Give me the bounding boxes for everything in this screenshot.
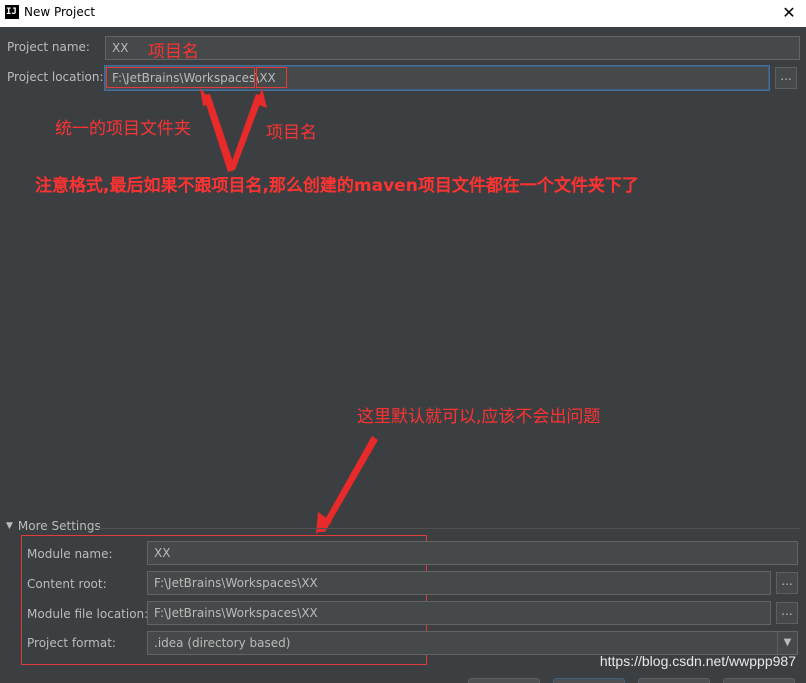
dropdown-arrow-icon: ▼ xyxy=(777,632,797,654)
annotation-arrowhead-left xyxy=(200,88,213,106)
annotation-arrow-left xyxy=(203,94,234,172)
annotation-default-note: 这里默认就可以,应该不会出问题 xyxy=(357,407,601,427)
annotation-arrow-right xyxy=(228,94,263,172)
project-format-label: Project format: xyxy=(27,636,116,650)
expand-triangle-icon: ▼ xyxy=(6,521,13,531)
annotation-format-note: 注意格式,最后如果不跟项目名,那么创建的maven项目文件都在一个文件夹下了 xyxy=(35,176,639,196)
module-file-location-input[interactable]: F:\JetBrains\Workspaces\XX xyxy=(147,601,771,625)
module-name-input[interactable]: XX xyxy=(147,541,798,565)
content-root-browse-button[interactable]: ... xyxy=(776,572,798,594)
more-settings-divider xyxy=(96,528,800,529)
annotation-unified-folder: 统一的项目文件夹 xyxy=(55,119,191,139)
project-format-select[interactable]: .idea (directory based) ▼ xyxy=(147,631,798,655)
module-file-location-label: Module file location: xyxy=(27,607,149,621)
module-name-label: Module name: xyxy=(27,547,113,561)
project-format-value: .idea (directory based) xyxy=(154,636,291,650)
annotation-project-name-2: 项目名 xyxy=(266,123,317,143)
content-root-label: Content root: xyxy=(27,577,107,591)
content-root-input[interactable]: F:\JetBrains\Workspaces\XX xyxy=(147,571,771,595)
help-button[interactable] xyxy=(723,678,795,683)
cancel-button[interactable] xyxy=(638,678,710,683)
module-name-value: XX xyxy=(154,546,171,560)
content-root-value: F:\JetBrains\Workspaces\XX xyxy=(154,576,318,590)
annotation-arrow-bottom xyxy=(318,436,378,532)
more-settings-label: More Settings xyxy=(17,519,101,533)
module-file-location-browse-button[interactable]: ... xyxy=(776,602,798,624)
more-settings-toggle[interactable]: ▼ More Settings xyxy=(6,519,101,533)
finish-button[interactable] xyxy=(553,678,625,683)
previous-button[interactable] xyxy=(468,678,540,683)
module-file-location-value: F:\JetBrains\Workspaces\XX xyxy=(154,606,318,620)
csdn-watermark: https://blog.csdn.net/wwppp987 xyxy=(599,653,796,669)
